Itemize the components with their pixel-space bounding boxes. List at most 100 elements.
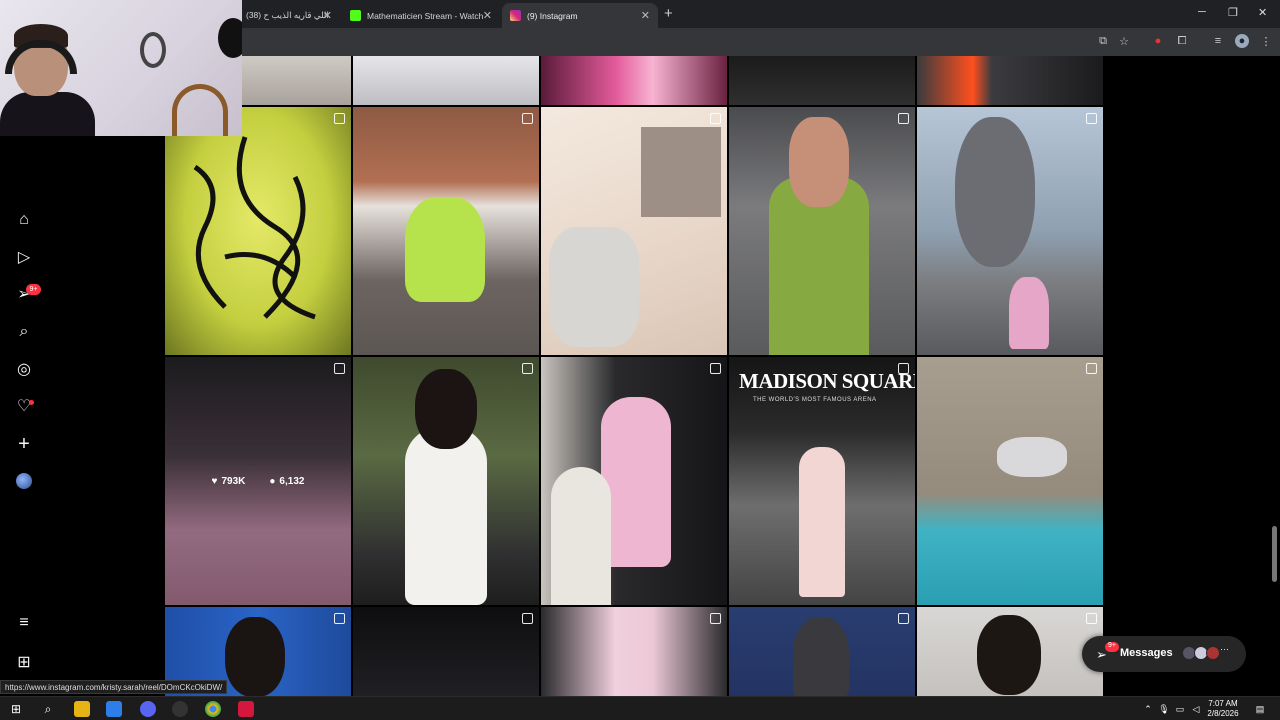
profile-avatar[interactable]	[16, 473, 32, 489]
companion-figure	[551, 467, 611, 605]
minimize-icon[interactable]: ─	[1198, 6, 1206, 18]
clock-date: 2/8/2026	[1207, 709, 1239, 718]
post-tile[interactable]	[729, 56, 915, 105]
extension-badge-icon[interactable]: ●	[1151, 34, 1165, 48]
hair	[415, 369, 477, 449]
fur-coat-pattern	[193, 136, 316, 320]
reel-icon	[1086, 613, 1097, 624]
post-tile[interactable]	[353, 357, 539, 605]
pigeon-statue	[955, 117, 1035, 267]
tab-youtube-label: (38) اللي قاريه الذيب ح	[246, 10, 329, 20]
chrome-icon[interactable]	[205, 701, 221, 717]
reel-icon	[898, 363, 909, 374]
discord-icon[interactable]	[140, 701, 156, 717]
person-figure	[789, 117, 849, 207]
create-icon[interactable]: +	[15, 433, 33, 455]
install-app-icon[interactable]: ⧉	[1096, 34, 1110, 48]
volume-icon[interactable]: ◁	[1188, 701, 1204, 717]
post-tile[interactable]: MADISON SQUARE GARDEN THE WORLD'S MOST F…	[729, 357, 915, 605]
tab-kick[interactable]: Mathematicien Stream - Watch ✕	[342, 3, 500, 28]
close-icon[interactable]: ✕	[483, 9, 492, 22]
restore-icon[interactable]: ❐	[1228, 6, 1238, 19]
pink-gown	[1009, 277, 1049, 349]
link-status-url: https://www.instagram.com/kristy.sarah/r…	[0, 680, 228, 694]
hair	[977, 615, 1041, 695]
search-icon[interactable]: ⌕	[15, 323, 33, 341]
person-figure	[799, 447, 845, 597]
reel-icon	[898, 613, 909, 624]
wall-mirror	[140, 32, 166, 68]
reel-icon	[1086, 113, 1097, 124]
profile-icon[interactable]: ●	[1235, 34, 1249, 48]
post-tile[interactable]	[729, 607, 915, 696]
reel-icon	[1086, 363, 1097, 374]
silver-dress	[641, 127, 721, 217]
post-tile[interactable]	[165, 107, 351, 355]
post-tile[interactable]	[541, 357, 727, 605]
taskbar-clock[interactable]: 7:07 AM 2/8/2026	[1204, 699, 1242, 719]
obs-icon[interactable]	[172, 701, 188, 717]
person-body	[0, 92, 95, 136]
reel-icon	[522, 363, 533, 374]
hair	[225, 617, 285, 696]
tab-youtube[interactable]: (38) اللي قاريه الذيب ح ✕	[238, 3, 340, 28]
post-tile[interactable]	[729, 107, 915, 355]
app-icon[interactable]	[238, 701, 254, 717]
instagram-page: ⌂ ▷ ➢ 9+ ⌕ ◎ ♡ + ≡ ⊞ ♥ 793K ● 6,132 MADI…	[0, 56, 1280, 696]
post-tile[interactable]	[541, 107, 727, 355]
search-icon[interactable]: ⌕	[40, 701, 56, 717]
menu-icon[interactable]: ≡	[15, 614, 33, 632]
silver-shoe	[997, 437, 1067, 477]
explore-icon[interactable]: ◎	[15, 360, 33, 378]
post-tile[interactable]	[917, 607, 1103, 696]
windows-start-icon[interactable]: ⊞	[8, 701, 24, 717]
reel-icon	[522, 613, 533, 624]
reel-icon	[522, 113, 533, 124]
close-icon[interactable]: ✕	[641, 9, 650, 22]
network-icon[interactable]: ▭	[1172, 701, 1188, 717]
messages-button[interactable]: ➢ 9+ Messages ···	[1082, 636, 1246, 672]
more-icon: ···	[1220, 644, 1229, 654]
notification-badge: 9+	[26, 284, 41, 295]
comments-count: ● 6,132	[269, 475, 305, 487]
file-explorer-icon[interactable]	[74, 701, 90, 717]
pink-dress	[601, 397, 671, 567]
messages-badge: 9+	[1105, 642, 1119, 652]
post-tile[interactable]	[917, 56, 1103, 105]
post-tile-hovered[interactable]: ♥ 793K ● 6,132	[165, 357, 351, 605]
post-tile[interactable]	[353, 107, 539, 355]
kick-logo-icon	[350, 10, 361, 21]
store-icon[interactable]	[106, 701, 122, 717]
reel-icon	[334, 613, 345, 624]
heart-icon: ♥	[211, 475, 218, 487]
post-tile[interactable]	[541, 607, 727, 696]
microphone-icon[interactable]: 🎙	[1156, 701, 1172, 717]
tab-instagram[interactable]: (9) Instagram ✕	[502, 3, 658, 28]
reading-list-icon[interactable]: ≡	[1211, 34, 1225, 48]
reels-icon[interactable]: ▷	[15, 248, 33, 266]
new-tab-button[interactable]: +	[664, 5, 673, 22]
post-tile[interactable]	[917, 107, 1103, 355]
close-icon[interactable]: ✕	[323, 9, 332, 22]
reel-icon	[334, 113, 345, 124]
post-tile[interactable]	[541, 56, 727, 105]
profile-post-grid: ♥793K ●6,132 MADISON SQUARE GARDEN THE W…	[165, 56, 1105, 696]
home-icon[interactable]: ⌂	[15, 211, 33, 229]
venue-sign-subtitle: THE WORLD'S MOST FAMOUS ARENA	[753, 397, 877, 403]
windows-taskbar: ⊞ ⌕ ⌃ 🎙 ▭ ◁ 7:07 AM 2/8/2026 ▤	[0, 696, 1280, 720]
scrollbar-thumb[interactable]	[1272, 526, 1277, 582]
meta-apps-icon[interactable]: ⊞	[15, 653, 33, 671]
extensions-icon[interactable]: ⧠	[1175, 34, 1189, 48]
post-tile[interactable]	[353, 56, 539, 105]
post-tile[interactable]	[353, 607, 539, 696]
bookmark-star-icon[interactable]: ☆	[1117, 34, 1131, 48]
white-dress	[405, 427, 487, 605]
green-coat	[405, 197, 485, 302]
venue-sign-title: MADISON SQUARE GARDEN	[739, 369, 915, 393]
notification-center-icon[interactable]: ▤	[1252, 701, 1268, 717]
post-tile[interactable]	[917, 357, 1103, 605]
reel-icon	[710, 113, 721, 124]
browser-menu-icon[interactable]: ⋮	[1259, 34, 1273, 48]
tray-overflow-icon[interactable]: ⌃	[1140, 701, 1156, 717]
window-close-icon[interactable]: ✕	[1258, 6, 1267, 19]
